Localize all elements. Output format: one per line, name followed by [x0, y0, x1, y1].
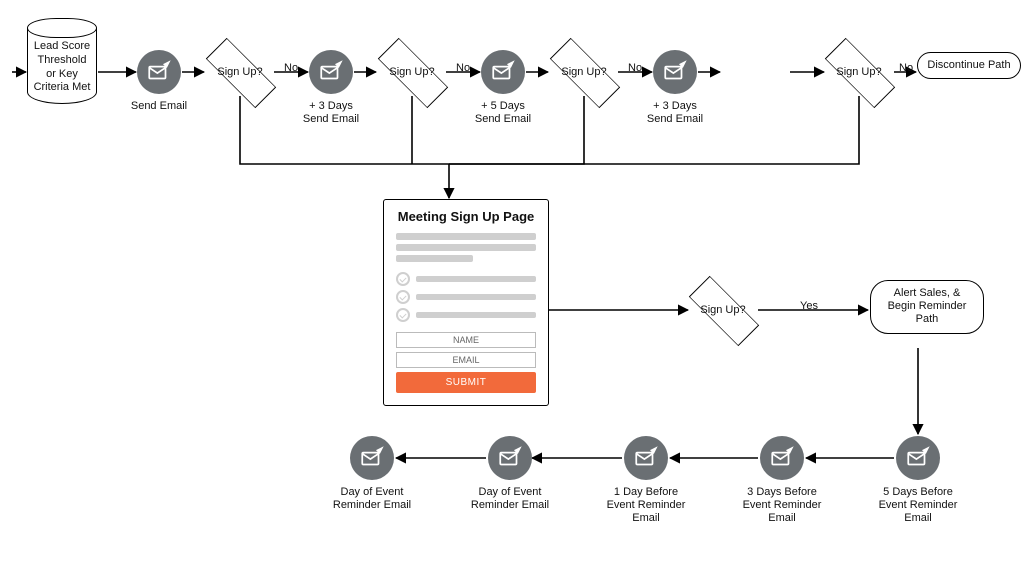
reminder-icon-5days — [896, 436, 940, 480]
email-icon-3 — [481, 50, 525, 94]
reminder-icon-3days — [760, 436, 804, 480]
start-cylinder: Lead Score Threshold or Key Criteria Met — [27, 18, 97, 104]
decision-4: Sign Up? — [825, 50, 893, 94]
edge-no-2: No — [456, 62, 470, 74]
email-label-3: + 5 Days Send Email — [458, 100, 548, 126]
reminder-label-5days: 5 Days Before Event Reminder Email — [873, 486, 963, 526]
email-icon-1 — [137, 50, 181, 94]
edge-no-4: No — [899, 62, 913, 74]
email-label-1: Send Email — [114, 100, 204, 113]
reminder-icon-final — [350, 436, 394, 480]
reminder-label-1day: 1 Day Before Event Reminder Email — [601, 486, 691, 526]
reminder-icon-1day — [624, 436, 668, 480]
signup-page-card: Meeting Sign Up Page NAME EMAIL SUBMIT — [383, 199, 549, 406]
email-field[interactable]: EMAIL — [396, 352, 536, 368]
edge-no-3: No — [628, 62, 642, 74]
reminder-label-final: Day of Event Reminder Email — [327, 486, 417, 512]
email-icon-4 — [653, 50, 697, 94]
edge-no-1: No — [284, 62, 298, 74]
decision-2: Sign Up? — [378, 50, 446, 94]
reminder-icon-dayof — [488, 436, 532, 480]
submit-button[interactable]: SUBMIT — [396, 372, 536, 393]
reminder-label-dayof: Day of Event Reminder Email — [465, 486, 555, 512]
discontinue-terminator: Discontinue Path — [917, 52, 1021, 79]
email-icon-2 — [309, 50, 353, 94]
alert-terminator: Alert Sales, & Begin Reminder Path — [870, 280, 984, 334]
reminder-label-3days: 3 Days Before Event Reminder Email — [737, 486, 827, 526]
email-label-2: + 3 Days Send Email — [286, 100, 376, 126]
edge-yes: Yes — [800, 300, 818, 312]
email-label-4: + 3 Days Send Email — [630, 100, 720, 126]
name-field[interactable]: NAME — [396, 332, 536, 348]
decision-1: Sign Up? — [206, 50, 274, 94]
signup-title: Meeting Sign Up Page — [396, 210, 536, 225]
decision-3: Sign Up? — [550, 50, 618, 94]
start-label: Lead Score Threshold or Key Criteria Met — [32, 40, 92, 95]
decision-signup: Sign Up? — [689, 288, 757, 332]
